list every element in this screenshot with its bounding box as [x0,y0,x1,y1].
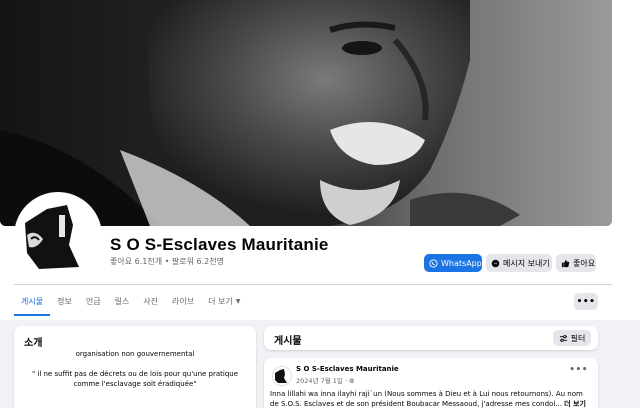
globe-icon: 🌐︎ [349,377,355,385]
page-title: S O S-Esclaves Mauritanie [110,235,329,254]
see-more-link[interactable]: 더 보기 [564,400,586,408]
whatsapp-button[interactable]: WhatsApp [424,254,482,272]
intro-card: 소개 organisation non gouvernemental " il … [14,326,256,408]
logo-icon [273,367,291,385]
tab-mentions[interactable]: 언급 [79,286,108,316]
cover-photo[interactable] [0,0,612,226]
tab-more-label: 더 보기 [208,296,233,306]
header-divider [14,284,612,285]
filter-label: 필터 [570,333,586,343]
post-menu-button[interactable]: ••• [569,365,588,375]
messenger-icon [491,259,500,268]
tab-about[interactable]: 정보 [50,286,79,316]
post-date-text: 2024년 7월 1일 · [296,377,350,385]
profile-picture[interactable] [14,192,102,280]
intro-category: organisation non gouvernemental [75,350,195,358]
page-tabs: 게시물 정보 언급 릴스 사진 라이브 더 보기 ▼ [14,286,247,316]
tab-reels[interactable]: 릴스 [108,286,137,316]
send-message-button[interactable]: 메시지 보내기 [486,254,552,272]
cover-photo-image [0,0,612,226]
post-text: Inna lillahi wa inna ilayhi raji`un (Nou… [270,389,592,408]
posts-header-card: 게시물 필터 [264,326,598,350]
post-card: S O S-Esclaves Mauritanie 2024년 7월 1일 · … [264,358,598,408]
post-author-name[interactable]: S O S-Esclaves Mauritanie [296,365,399,373]
tab-live[interactable]: 라이브 [165,286,201,316]
page-header: S O S-Esclaves Mauritanie 좋아요 6.1천개 • 팔로… [0,0,640,320]
tab-more[interactable]: 더 보기 ▼ [201,286,247,316]
more-options-button[interactable]: ••• [574,293,598,310]
filter-button[interactable]: 필터 [553,330,591,346]
posts-section-title: 게시물 [274,336,302,347]
logo-icon [17,195,99,277]
whatsapp-icon [429,258,438,268]
tab-photos[interactable]: 사진 [136,286,165,316]
thumbs-up-icon [561,259,570,268]
filter-icon [559,334,568,343]
whatsapp-button-label: WhatsApp [441,258,482,268]
like-button[interactable]: 좋아요 [556,254,596,272]
send-message-label: 메시지 보내기 [503,258,550,268]
intro-quote: " il ne suffit pas de décrets ou de lois… [31,370,239,388]
post-date[interactable]: 2024년 7월 1일 · 🌐︎ [296,375,354,386]
like-button-label: 좋아요 [573,258,596,268]
post-author-avatar[interactable] [272,366,292,386]
post-body: Inna lillahi wa inna ilayhi raji`un (Nou… [270,390,583,408]
page-stats: 좋아요 6.1천개 • 팔로워 6.2천명 [110,257,224,266]
tab-posts[interactable]: 게시물 [14,286,51,316]
chevron-down-icon: ▼ [235,297,241,305]
intro-title: 소개 [24,338,43,349]
